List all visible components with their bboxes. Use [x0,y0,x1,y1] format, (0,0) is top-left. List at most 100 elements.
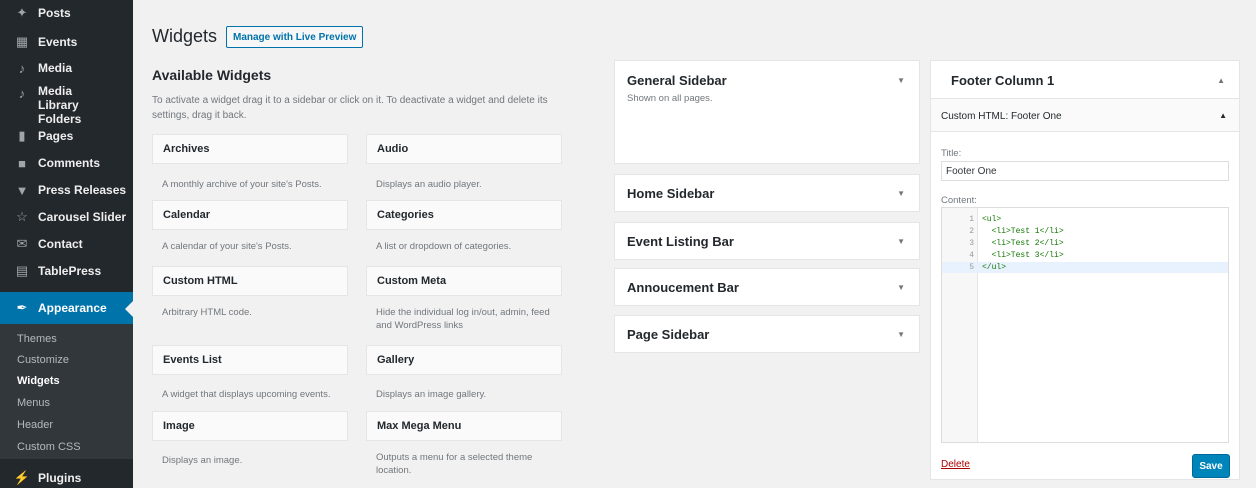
widget-description: A monthly archive of your site's Posts. [162,179,322,190]
menu-item-appearance[interactable]: ✒ Appearance [0,292,133,324]
widget-archives[interactable]: Archives [152,134,348,164]
widget-description: A list or dropdown of categories. [376,241,512,252]
menu-item-contact[interactable]: ✉ Contact [0,234,133,254]
submenu-item-custom-css[interactable]: Custom CSS [17,441,81,453]
menu-item-label: Press Releases [38,183,127,197]
media-icon: ♪ [18,60,26,76]
widget-events-list[interactable]: Events List [152,345,348,375]
delete-link[interactable]: Delete [941,459,970,470]
content-label: Content: [941,195,977,206]
triangle-down-icon[interactable]: ▼ [897,283,905,292]
widget-description: Hide the individual log in/out, admin, f… [376,307,550,331]
table-icon: ▤ [15,263,29,278]
sidebar-area-title: Annoucement Bar [627,280,739,295]
widget-categories[interactable]: Categories [366,200,562,230]
menu-item-label: Media Library Folders [38,84,82,126]
widget-custom-meta[interactable]: Custom Meta [366,266,562,296]
code-text: <li>Test 2</li> [982,239,1064,248]
menu-item-media-library-folders[interactable]: ♪ Media Library Folders [0,84,133,126]
widget-calendar[interactable]: Calendar [152,200,348,230]
line-number: 4 [969,251,974,260]
sidebar-area-home[interactable]: Home Sidebar ▼ [614,174,920,212]
menu-item-carousel-slider[interactable]: ☆ Carousel Slider [0,207,133,227]
menu-item-press-releases[interactable]: ▼ Press Releases [0,180,133,200]
submenu-item-widgets[interactable]: Widgets [17,375,60,387]
sidebar-area-general[interactable]: General Sidebar ▼ Shown on all pages. [614,60,920,164]
triangle-down-icon[interactable]: ▼ [897,76,905,85]
custom-html-widget-header[interactable]: Custom HTML: Footer One ▲ [931,98,1239,132]
menu-item-label: Events [38,35,78,49]
submenu-item-header[interactable]: Header [17,419,53,431]
plugin-icon: ⚡ [13,470,31,485]
menu-item-label: Media [38,61,73,75]
sidebar-area-event-listing[interactable]: Event Listing Bar ▼ [614,222,920,260]
submenu-item-customize[interactable]: Customize [17,354,69,366]
triangle-down-icon[interactable]: ▼ [897,237,905,246]
widget-description: Displays an audio player. [376,179,482,190]
code-text: <li>Test 3</li> [982,251,1064,260]
code-line: 2 <li>Test 1</li> [942,226,1228,237]
sidebar-area-title: Home Sidebar [627,186,715,201]
admin-sidebar: ✦ Posts ▦ Events ♪ Media ♪ Media Library… [0,0,133,488]
line-number: 2 [969,227,974,236]
menu-item-label: Carousel Slider [38,210,127,224]
sidebar-area-footer-column-1: Footer Column 1 ▲ Custom HTML: Footer On… [930,60,1240,480]
menu-item-label: TablePress [38,264,102,278]
widget-audio[interactable]: Audio [366,134,562,164]
triangle-down-icon[interactable]: ▼ [897,330,905,339]
sidebar-area-page[interactable]: Page Sidebar ▼ [614,315,920,353]
menu-item-label: Plugins [38,471,82,485]
triangle-up-icon[interactable]: ▲ [1219,111,1227,120]
save-button[interactable]: Save [1192,454,1230,478]
sidebar-area-title: Page Sidebar [627,327,710,342]
menu-item-posts[interactable]: ✦ Posts [0,4,133,22]
line-number: 5 [969,263,974,272]
widget-custom-html[interactable]: Custom HTML [152,266,348,296]
page-icon: ▮ [18,128,26,143]
widget-gallery[interactable]: Gallery [366,345,562,375]
available-widgets-description: To activate a widget drag it to a sideba… [152,95,548,121]
manage-live-preview-button[interactable]: Manage with Live Preview [226,26,364,48]
sidebar-area-title[interactable]: Footer Column 1 [951,73,1054,88]
menu-item-comments[interactable]: ■ Comments [0,153,133,173]
sidebar-area-title: Event Listing Bar [627,234,734,249]
code-line: 3 <li>Test 2</li> [942,238,1228,249]
sidebar-area-announcement[interactable]: Annoucement Bar ▼ [614,268,920,306]
brush-icon: ✒ [16,300,28,315]
code-editor[interactable]: 1 <ul> 2 <li>Test 1</li> 3 <li>Test 2</l… [941,207,1229,443]
menu-item-label: Pages [38,129,74,143]
widget-description: Displays an image gallery. [376,389,487,400]
line-number: 1 [969,215,974,224]
submenu-item-menus[interactable]: Menus [17,397,50,409]
slider-icon: ☆ [16,209,28,224]
code-text: <li>Test 1</li> [982,227,1064,236]
code-text: </ul> [982,263,1007,272]
menu-item-pages[interactable]: ▮ Pages [0,126,133,146]
available-widgets-heading: Available Widgets [152,67,272,83]
code-line: 5 </ul> [942,262,1228,273]
widget-image[interactable]: Image [152,411,348,441]
mail-icon: ✉ [16,236,28,251]
calendar-icon: ▦ [15,34,29,49]
menu-item-media[interactable]: ♪ Media [0,58,133,78]
submenu-item-themes[interactable]: Themes [17,333,57,345]
menu-item-plugins[interactable]: ⚡ Plugins [0,468,133,488]
sidebar-area-description: Shown on all pages. [627,93,713,104]
custom-html-widget-title: Custom HTML: Footer One [941,111,1062,122]
widget-description: Outputs a menu for a selected theme loca… [376,452,533,476]
code-line: 1 <ul> [942,214,1228,225]
menu-item-tablepress[interactable]: ▤ TablePress [0,261,133,281]
title-input[interactable] [941,161,1229,181]
megaphone-icon: ▼ [15,182,29,198]
pin-icon: ✦ [16,5,28,20]
media-icon: ♪ [18,85,26,101]
menu-item-label: Posts [38,6,71,20]
menu-item-label: Comments [38,156,101,170]
triangle-down-icon[interactable]: ▼ [897,189,905,198]
widget-max-mega-menu[interactable]: Max Mega Menu [366,411,562,441]
sidebar-area-title: General Sidebar [627,73,727,88]
triangle-up-icon[interactable]: ▲ [1217,76,1225,85]
menu-item-events[interactable]: ▦ Events [0,32,133,52]
comment-icon: ■ [18,155,26,171]
code-line: 4 <li>Test 3</li> [942,250,1228,261]
